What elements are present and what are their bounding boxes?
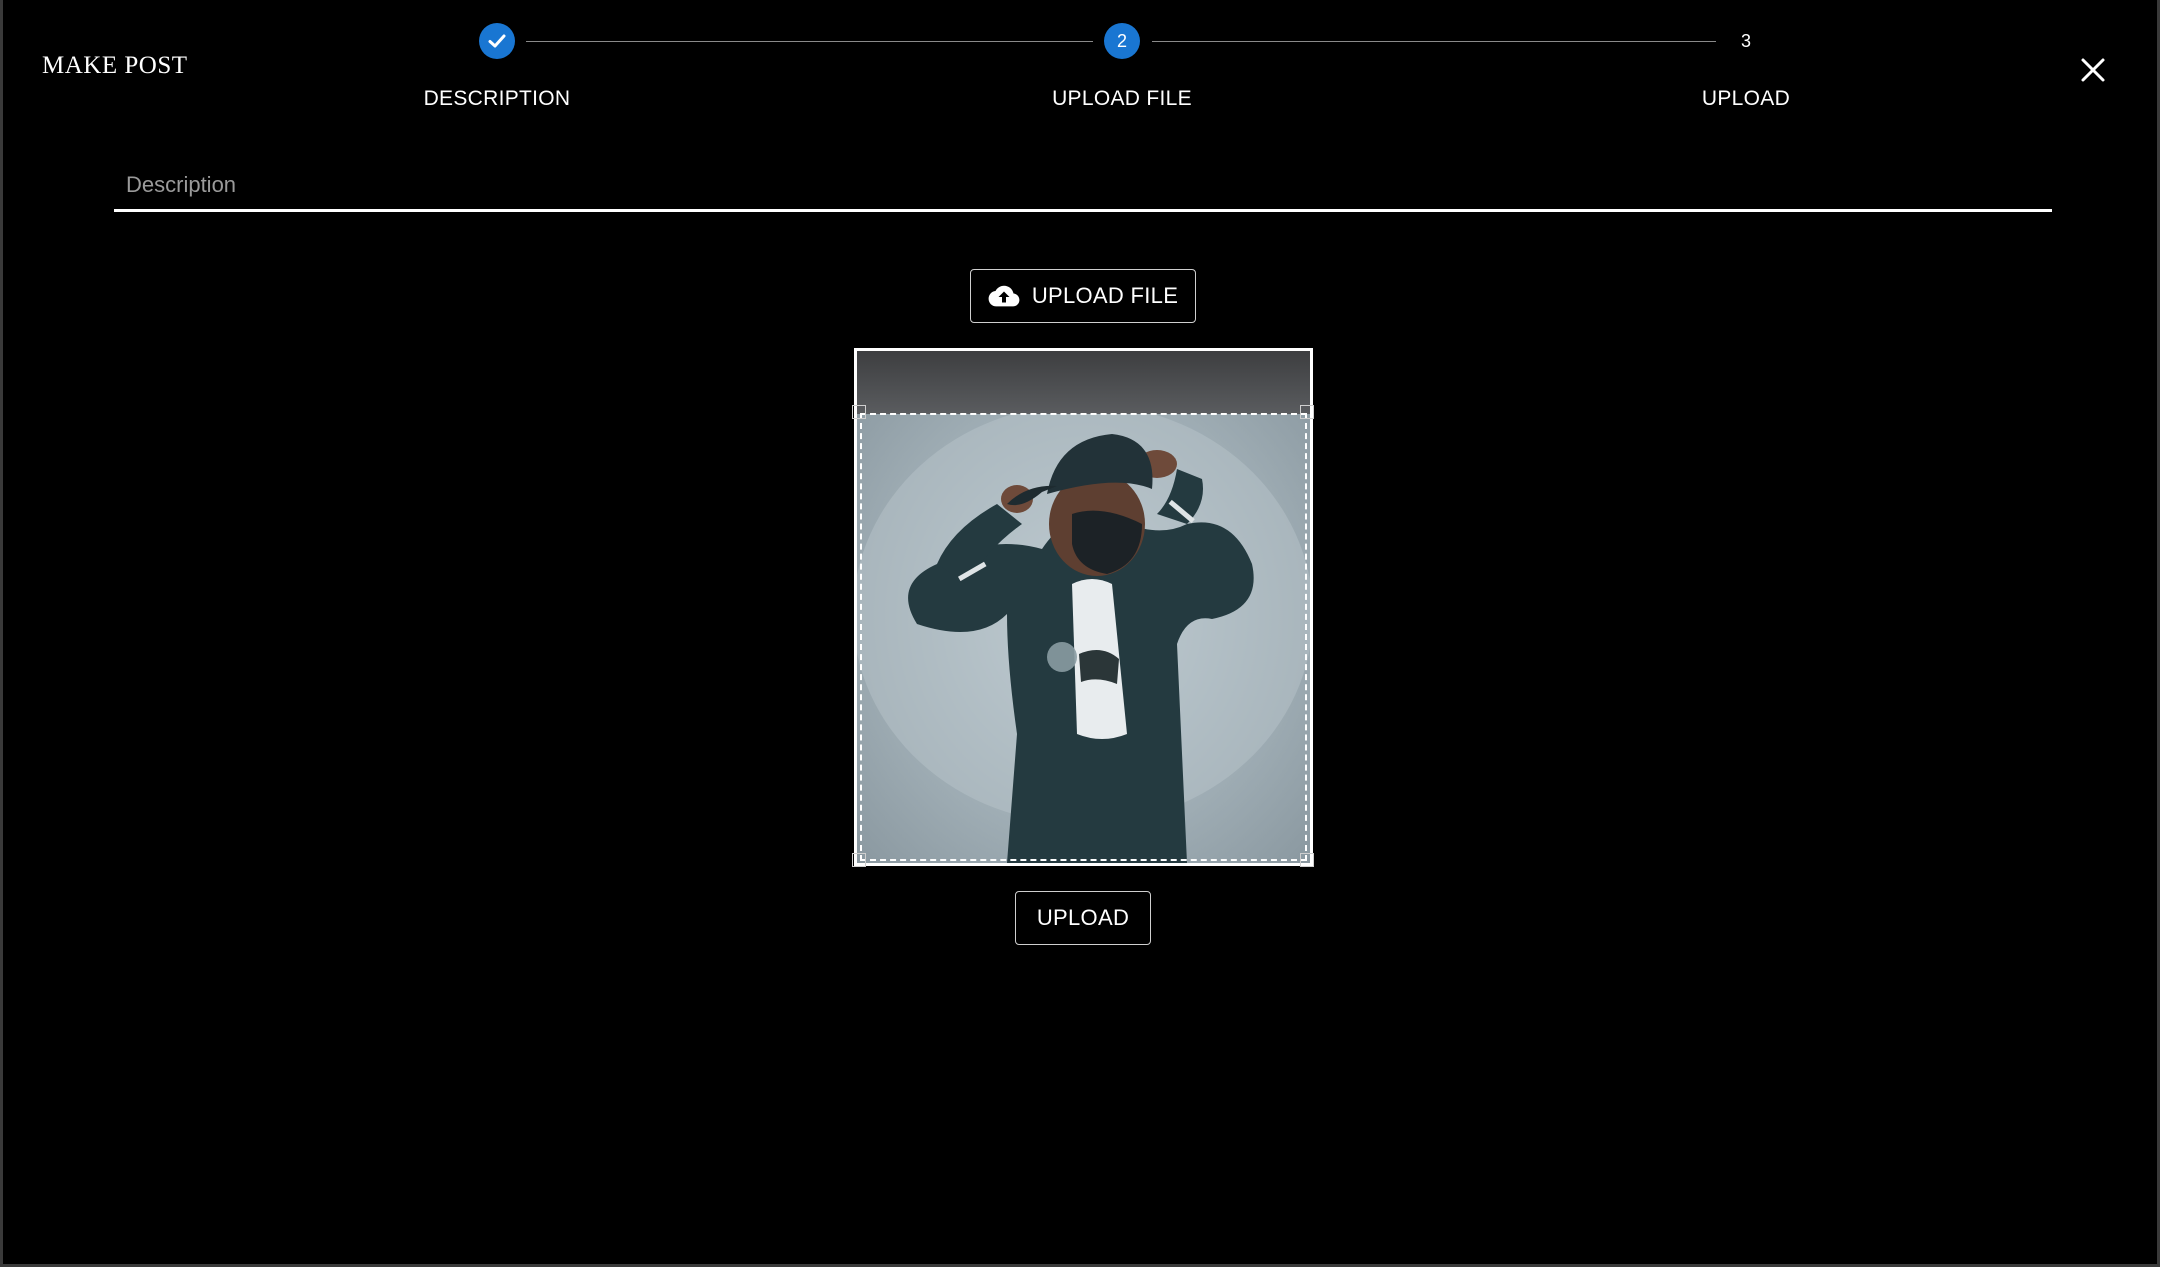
check-icon (488, 34, 506, 48)
close-button[interactable] (2075, 52, 2111, 88)
upload-file-button[interactable]: UPLOAD FILE (970, 269, 1196, 323)
close-icon (2081, 58, 2105, 82)
crop-handle-bottom-right[interactable] (1300, 853, 1314, 867)
step-2-label: UPLOAD FILE (1052, 87, 1192, 110)
crop-handle-top-left[interactable] (852, 405, 866, 419)
step-3-label: UPLOAD (1701, 87, 1791, 110)
photo-top-region (857, 351, 1310, 414)
dialog-title: MAKE POST (42, 52, 188, 79)
cloud-upload-icon (988, 285, 1020, 307)
step-3-indicator: 3 (1740, 30, 1751, 51)
crop-handle-top-right[interactable] (1300, 405, 1314, 419)
step-connector-1 (526, 41, 1093, 42)
step-1-indicator (479, 23, 515, 59)
step-1-label: DESCRIPTION (423, 87, 571, 110)
step-connector-2 (1152, 41, 1716, 42)
upload-file-label: UPLOAD FILE (1031, 283, 1179, 308)
step-2-indicator: 2 (1104, 23, 1140, 59)
make-post-dialog: MAKE POST DESCRIPTION 2 UPLOAD FILE 3 UP… (0, 0, 2160, 1267)
upload-button-label: UPLOAD (1036, 905, 1130, 930)
description-field (114, 165, 2052, 212)
description-input[interactable] (114, 165, 2052, 205)
crop-area[interactable] (860, 413, 1307, 861)
crop-handle-bottom-left[interactable] (852, 853, 866, 867)
upload-button[interactable]: UPLOAD (1015, 891, 1151, 945)
